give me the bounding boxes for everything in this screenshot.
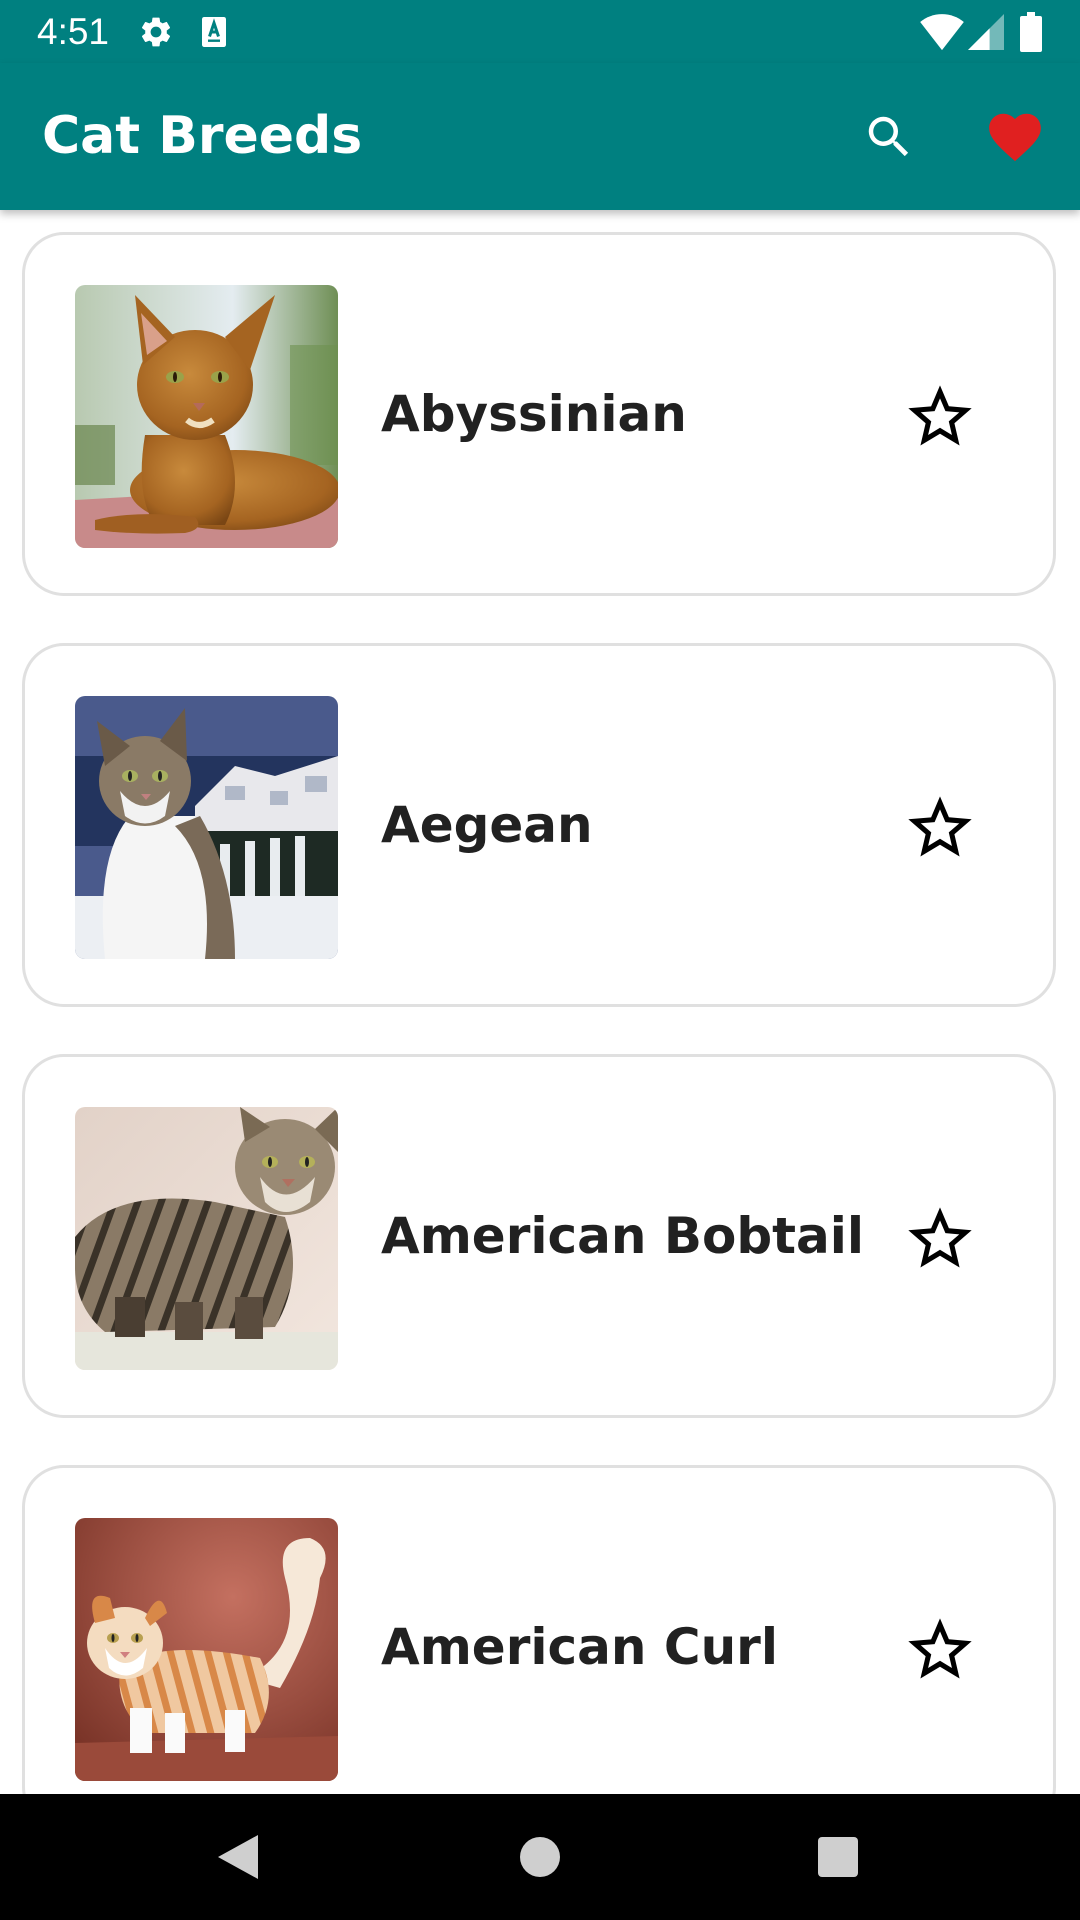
- system-nav-bar: [0, 1794, 1080, 1920]
- cellular-signal-icon: [968, 12, 1004, 52]
- keyboard-a-icon: [196, 14, 232, 50]
- favorite-toggle-button[interactable]: [895, 1605, 985, 1695]
- favorite-toggle-button[interactable]: [895, 1194, 985, 1284]
- battery-icon: [1020, 12, 1042, 52]
- status-time: 4:51: [37, 11, 110, 52]
- star-outline-icon: [908, 1618, 972, 1679]
- home-icon: [520, 1837, 560, 1877]
- status-bar: 4:51: [0, 0, 1080, 63]
- american-bobtail-cat-photo: [75, 1107, 338, 1370]
- star-outline-icon: [908, 1207, 972, 1268]
- wifi-icon: [920, 12, 964, 52]
- search-icon: [868, 116, 909, 157]
- breed-card[interactable]: Aegean: [22, 643, 1056, 1007]
- favorite-toggle-button[interactable]: [895, 783, 985, 873]
- breed-name: Abyssinian: [381, 385, 687, 443]
- star-outline-icon: [908, 796, 972, 857]
- home-button[interactable]: [502, 1819, 578, 1895]
- breed-card[interactable]: American Curl: [22, 1465, 1056, 1794]
- back-icon: [218, 1835, 258, 1879]
- app-bar: Cat Breeds: [0, 63, 1080, 210]
- cat-breeds-screen: 4:51 Cat Breeds Abyssinian Aegean Americ…: [0, 0, 1080, 1920]
- favorites-button[interactable]: [978, 100, 1052, 174]
- abyssinian-cat-photo: [75, 285, 338, 548]
- breed-card[interactable]: Abyssinian: [22, 232, 1056, 596]
- breed-list[interactable]: Abyssinian Aegean American Bobtail Ameri…: [0, 210, 1080, 1794]
- app-title: Cat Breeds: [42, 106, 363, 166]
- search-button[interactable]: [852, 100, 926, 174]
- breed-name: American Bobtail: [381, 1207, 865, 1265]
- recents-button[interactable]: [800, 1819, 876, 1895]
- favorite-toggle-button[interactable]: [895, 372, 985, 462]
- breed-name: American Curl: [381, 1618, 778, 1676]
- back-button[interactable]: [200, 1819, 276, 1895]
- recents-icon: [818, 1837, 858, 1877]
- star-outline-icon: [908, 385, 972, 446]
- breed-card[interactable]: American Bobtail: [22, 1054, 1056, 1418]
- american-curl-cat-photo: [75, 1518, 338, 1781]
- gear-icon: [138, 14, 174, 50]
- aegean-cat-photo: [75, 696, 338, 959]
- heart-icon: [989, 113, 1041, 162]
- breed-name: Aegean: [381, 796, 593, 854]
